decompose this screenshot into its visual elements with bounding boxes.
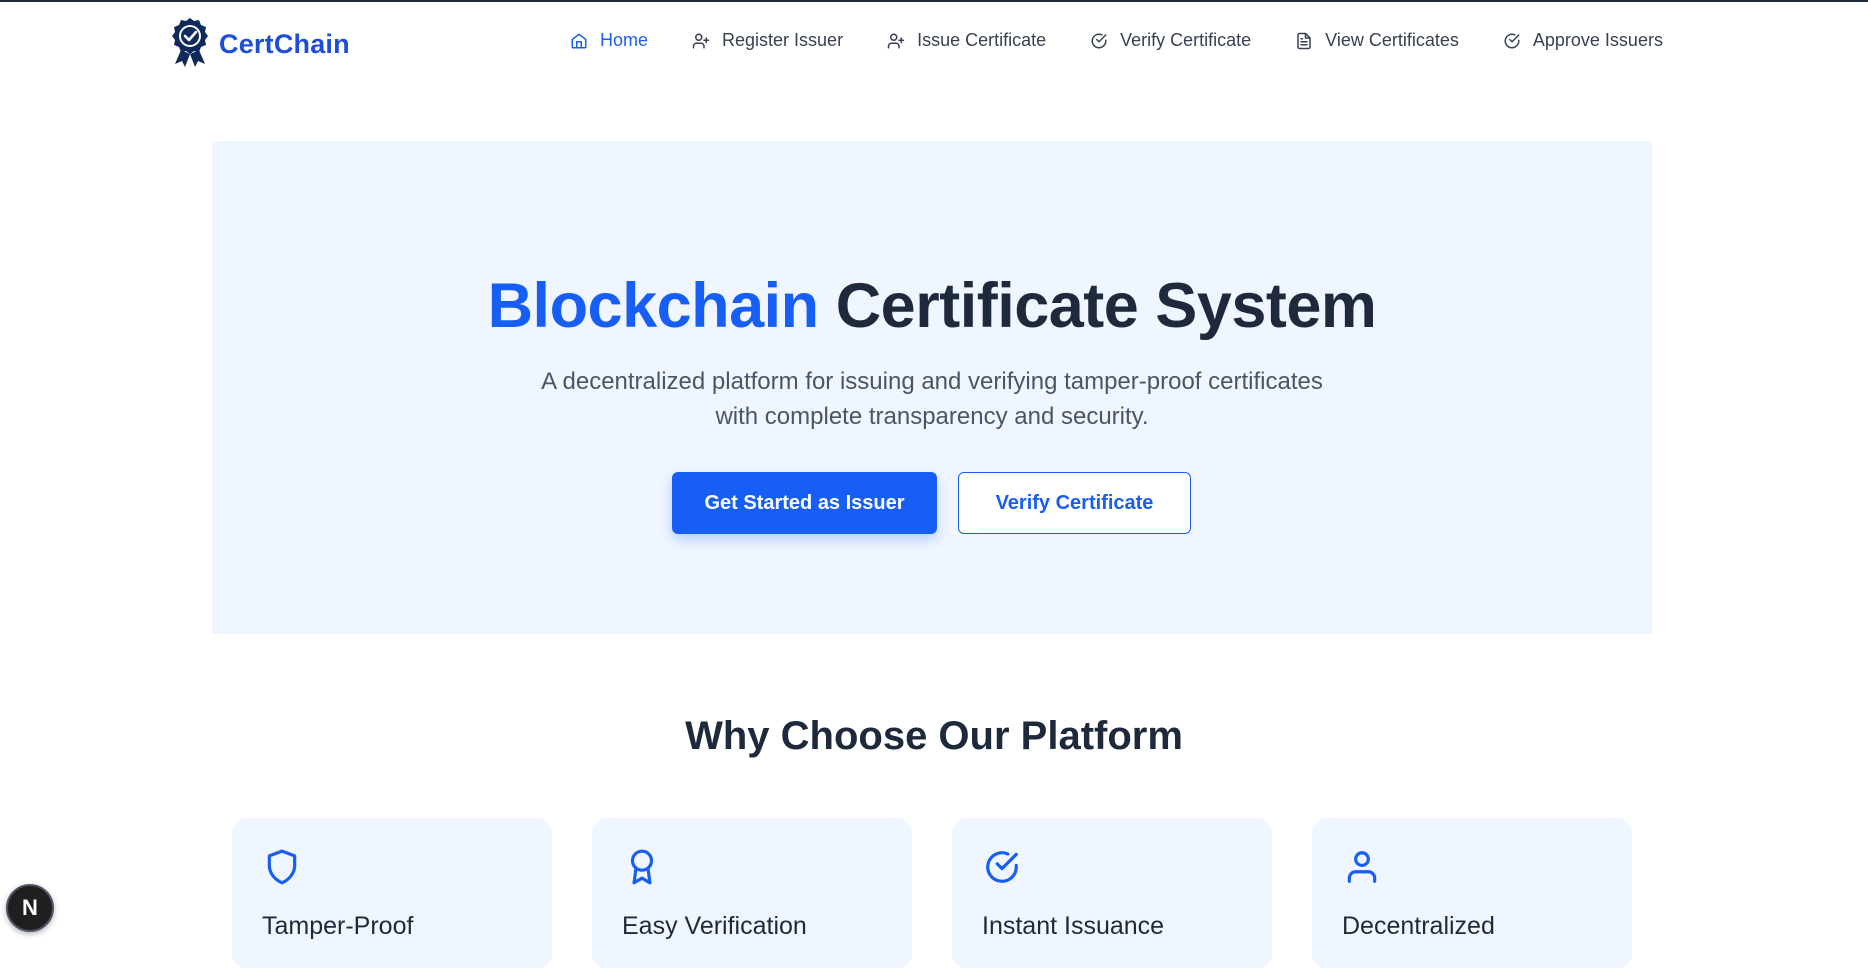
nav-item-home[interactable]: Home (570, 30, 648, 51)
nav-item-register-issuer[interactable]: Register Issuer (692, 30, 843, 51)
feature-card-easy-verification: Easy Verification (592, 818, 912, 968)
get-started-button[interactable]: Get Started as Issuer (672, 472, 937, 534)
hero-subtitle: A decentralized platform for issuing and… (212, 364, 1652, 434)
home-icon (571, 33, 587, 48)
user-plus-icon (692, 33, 710, 48)
hero-title: Blockchain Certificate System (212, 270, 1652, 342)
nav-item-approve-issuers[interactable]: Approve Issuers (1503, 30, 1663, 51)
nav-label: Approve Issuers (1532, 30, 1663, 50)
brand-logo[interactable]: CertChain (171, 16, 350, 68)
hero-title-accent: Blockchain (487, 271, 820, 341)
nav-item-verify-certificate[interactable]: Verify Certificate (1090, 30, 1251, 51)
feature-card-title: Easy Verification (622, 912, 807, 940)
site-header: CertChain Home Register Issuer Issue Cer… (0, 2, 1868, 86)
hero-subtitle-line1: A decentralized platform for issuing and… (541, 368, 1323, 395)
nav-label: Register Issuer (722, 30, 844, 50)
hero-section: Blockchain Certificate System A decentra… (212, 141, 1652, 634)
feature-card-instant-issuance: Instant Issuance (952, 818, 1272, 968)
dev-tools-badge[interactable]: N (6, 884, 54, 932)
shield-icon (267, 849, 297, 885)
nav-label: Issue Certificate (917, 30, 1047, 50)
feature-card-tamper-proof: Tamper-Proof (232, 818, 552, 968)
main-nav: Home Register Issuer Issue Certificate V… (570, 30, 1663, 51)
nav-item-view-certificates[interactable]: View Certificates (1295, 30, 1459, 51)
feature-card-decentralized: Decentralized (1312, 818, 1632, 968)
hero-title-rest: Certificate System (835, 271, 1377, 341)
check-circle-icon (986, 851, 1018, 883)
feature-card-title: Decentralized (1342, 912, 1495, 940)
user-plus-icon (887, 33, 905, 48)
feature-card-title: Tamper-Proof (262, 912, 414, 940)
check-circle-icon (1504, 33, 1520, 48)
nav-label: Home (600, 30, 649, 50)
hero-subtitle-line2: with complete transparency and security. (715, 403, 1149, 430)
award-icon (630, 849, 654, 885)
feature-card-title: Instant Issuance (982, 912, 1165, 940)
brand-name: CertChain (219, 28, 350, 59)
file-text-icon (1297, 32, 1311, 49)
nav-label: Verify Certificate (1120, 30, 1252, 50)
user-icon (1347, 851, 1377, 883)
nav-item-issue-certificate[interactable]: Issue Certificate (887, 30, 1046, 51)
nav-label: View Certificates (1325, 30, 1459, 50)
check-circle-icon (1091, 33, 1107, 48)
features-title: Why Choose Our Platform (685, 714, 1183, 758)
award-badge-icon (172, 18, 208, 67)
verify-certificate-button[interactable]: Verify Certificate (958, 472, 1191, 534)
